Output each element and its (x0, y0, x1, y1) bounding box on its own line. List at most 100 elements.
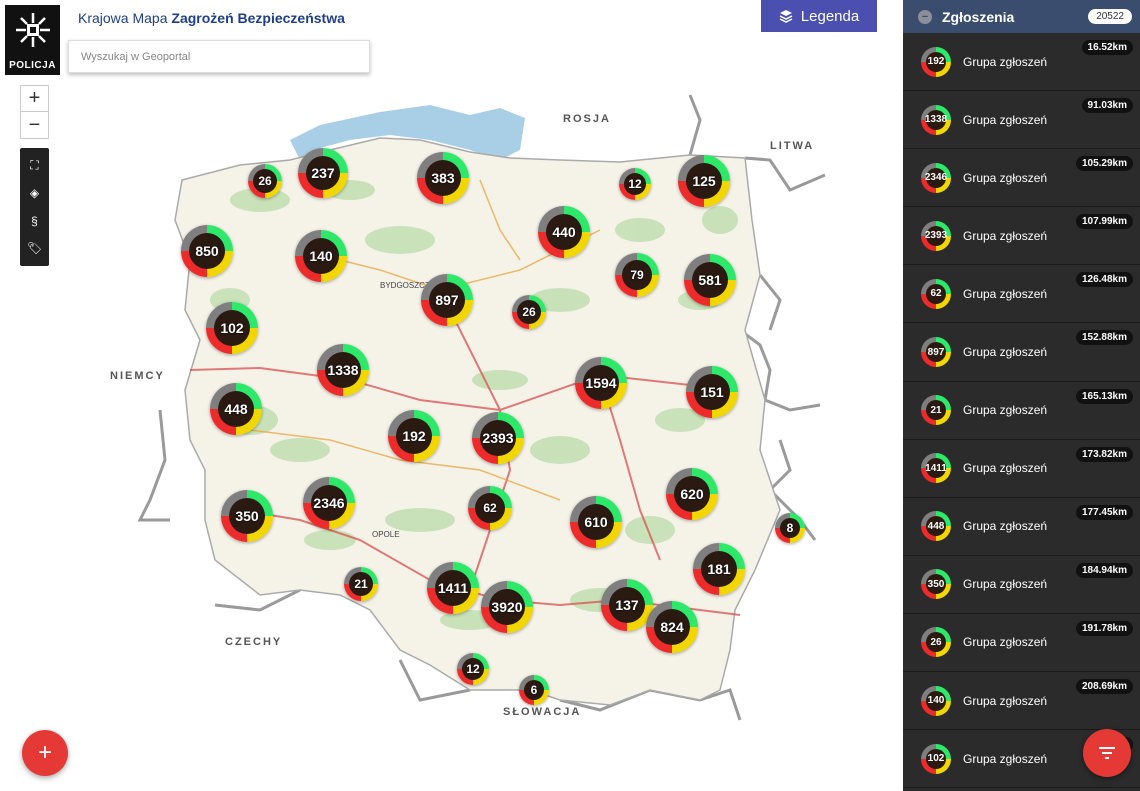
filter-button[interactable] (1083, 729, 1131, 777)
cluster-count: 610 (584, 514, 608, 530)
cluster-marker[interactable]: 26 (248, 164, 282, 198)
cluster-marker[interactable]: 350 (221, 490, 273, 542)
item-count: 21 (930, 404, 942, 416)
cluster-icon: 448 (921, 511, 951, 542)
cluster-count: 3920 (491, 599, 523, 615)
item-count: 897 (927, 346, 945, 358)
cluster-icon: 192 (921, 46, 951, 77)
legend-button[interactable]: Legenda (761, 0, 877, 32)
list-item[interactable]: 1338 Grupa zgłoszeń 91.03km (903, 91, 1140, 150)
cluster-marker[interactable]: 850 (181, 225, 233, 277)
item-count: 62 (930, 288, 942, 300)
cluster-count: 6 (530, 683, 538, 697)
cluster-marker[interactable]: 181 (693, 543, 745, 595)
list-item[interactable]: 350 Grupa zgłoszeń 184.94km (903, 556, 1140, 614)
item-label: Grupa zgłoszeń (963, 54, 1048, 69)
reports-panel: − Zgłoszenia 20522 192 Grupa zgłoszeń 16.5… (903, 0, 1140, 791)
item-count: 350 (927, 578, 945, 590)
cluster-marker[interactable]: 21 (344, 567, 378, 601)
cluster-marker[interactable]: 140 (295, 230, 347, 282)
cluster-marker[interactable]: 383 (417, 152, 469, 204)
cluster-count: 440 (552, 224, 576, 240)
distance-badge: 152.88km (1075, 330, 1133, 346)
cluster-marker[interactable]: 192 (388, 410, 440, 462)
country-label-lithuania: LITWA (770, 140, 815, 152)
cluster-marker[interactable]: 610 (570, 496, 622, 548)
cluster-icon: 2346 (921, 162, 951, 193)
cluster-count: 79 (630, 268, 644, 282)
cluster-icon: 21 (921, 395, 951, 426)
location-icon[interactable]: ◈ (24, 182, 46, 204)
cluster-marker[interactable]: 824 (646, 601, 698, 653)
cluster-count: 12 (628, 177, 642, 191)
cluster-marker[interactable]: 620 (666, 468, 718, 520)
list-item[interactable]: 192 Grupa zgłoszeń 16.52km (903, 33, 1140, 92)
map-toolbar: ⛶ ◈ § 🏷 (20, 148, 49, 266)
cluster-marker[interactable]: 102 (206, 302, 258, 354)
item-count: 102 (927, 753, 945, 765)
cluster-marker[interactable]: 125 (678, 155, 730, 207)
cluster-marker[interactable]: 8 (775, 513, 805, 543)
cluster-marker[interactable]: 237 (298, 148, 348, 198)
cluster-marker[interactable]: 12 (457, 653, 489, 685)
city-label-opole: OPOLE (372, 530, 400, 539)
zoom-in-button[interactable]: + (21, 86, 48, 112)
cluster-marker[interactable]: 581 (684, 254, 736, 306)
item-count: 1338 (924, 114, 948, 126)
list-item[interactable]: 21 Grupa zgłoszeń 165.13km (903, 382, 1140, 440)
tags-icon[interactable]: 🏷 (24, 237, 46, 259)
zoom-out-button[interactable]: − (21, 112, 48, 138)
list-item[interactable]: 1411 Grupa zgłoszeń 173.82km (903, 440, 1140, 498)
list-item[interactable]: 2346 Grupa zgłoszeń 105.29km (903, 149, 1140, 208)
list-item[interactable]: 62 Grupa zgłoszeń 126.48km (903, 265, 1140, 324)
country-label-germany: NIEMCY (110, 370, 165, 382)
cluster-icon: 26 (921, 627, 951, 658)
cluster-marker[interactable]: 440 (538, 206, 590, 258)
cluster-marker[interactable]: 79 (615, 253, 659, 297)
panel-title: Zgłoszenia (942, 8, 1015, 25)
cluster-count: 824 (660, 619, 684, 635)
cluster-marker[interactable]: 26 (512, 295, 546, 329)
cluster-marker[interactable]: 448 (210, 383, 262, 435)
search-input[interactable] (68, 40, 370, 73)
item-label: Grupa zgłoszeń (963, 228, 1048, 243)
distance-badge: 126.48km (1075, 272, 1133, 288)
cluster-marker[interactable]: 3920 (481, 581, 533, 633)
add-report-button[interactable]: + (22, 730, 68, 776)
item-label: Grupa zgłoszeń (963, 635, 1048, 650)
cluster-icon: 102 (921, 743, 951, 774)
cluster-marker[interactable]: 2346 (303, 477, 355, 529)
item-label: Grupa zgłoszeń (963, 461, 1048, 476)
item-count: 1411 (925, 462, 947, 474)
cluster-marker[interactable]: 6 (519, 675, 549, 705)
collapse-icon[interactable]: − (918, 9, 932, 24)
list-item[interactable]: 140 Grupa zgłoszeń 208.69km (903, 672, 1140, 731)
cluster-count: 102 (220, 320, 244, 336)
cluster-marker[interactable]: 1338 (317, 344, 369, 396)
cluster-marker[interactable]: 12 (619, 168, 651, 200)
list-item[interactable]: 2393 Grupa zgłoszeń 107.99km (903, 207, 1140, 266)
cluster-marker[interactable]: 897 (421, 274, 473, 326)
cluster-count: 581 (698, 272, 722, 288)
map-canvas[interactable]: ROSJA LITWA NIEMCY CZECHY SŁOWACJA BYDGO… (0, 0, 903, 791)
list-item[interactable]: 897 Grupa zgłoszeń 152.88km (903, 323, 1140, 382)
cluster-marker[interactable]: 2393 (472, 412, 524, 464)
cluster-count: 237 (311, 165, 335, 181)
cluster-marker[interactable]: 62 (468, 486, 512, 530)
item-label: Grupa zgłoszeń (963, 577, 1048, 592)
cluster-count: 125 (692, 173, 716, 189)
cluster-marker[interactable]: 1594 (575, 357, 627, 409)
country-label-slovakia: SŁOWACJA (503, 706, 582, 718)
distance-badge: 177.45km (1075, 504, 1133, 520)
list-item[interactable]: 26 Grupa zgłoszeń 191.78km (903, 614, 1140, 673)
list-item[interactable]: 448 Grupa zgłoszeń 177.45km (903, 498, 1140, 556)
fullscreen-icon[interactable]: ⛶ (24, 155, 46, 177)
cluster-count: 897 (435, 292, 459, 308)
distance-badge: 173.82km (1075, 446, 1133, 462)
paragraph-icon[interactable]: § (24, 210, 46, 232)
item-count: 192 (927, 56, 945, 68)
cluster-marker[interactable]: 1411 (427, 562, 479, 614)
cluster-marker[interactable]: 151 (686, 366, 738, 418)
distance-badge: 184.94km (1075, 562, 1133, 578)
item-count: 26 (930, 636, 942, 648)
